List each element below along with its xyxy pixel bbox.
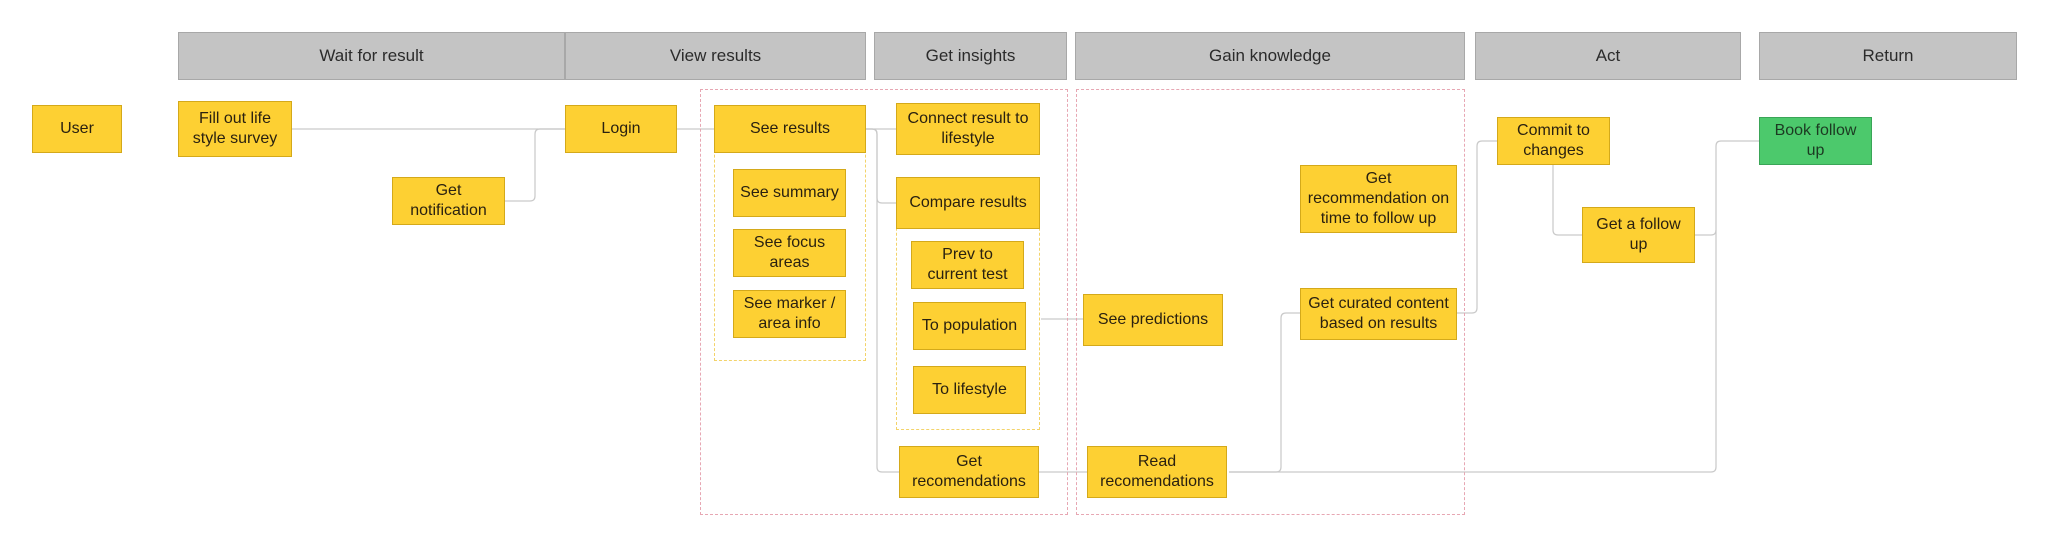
node-get-recommendation-time[interactable]: Get recommendation on time to follow up: [1300, 165, 1457, 233]
journey-map: Wait for result View results Get insight…: [0, 0, 2048, 547]
node-see-predictions[interactable]: See predictions: [1083, 294, 1223, 346]
node-see-summary[interactable]: See summary: [733, 169, 846, 217]
phase-header-get-insights: Get insights: [874, 32, 1067, 80]
node-get-follow-up[interactable]: Get a follow up: [1582, 207, 1695, 263]
node-to-population[interactable]: To population: [913, 302, 1026, 350]
node-user[interactable]: User: [32, 105, 122, 153]
node-connect-result[interactable]: Connect result to lifestyle: [896, 103, 1040, 155]
phase-header-view-results: View results: [565, 32, 866, 80]
node-prev-to-current[interactable]: Prev to current test: [911, 241, 1024, 289]
link-notification-login: [505, 128, 565, 202]
node-see-marker-info[interactable]: See marker / area info: [733, 290, 846, 338]
node-commit-changes[interactable]: Commit to changes: [1497, 117, 1610, 165]
link-commit-followup: [1552, 164, 1582, 236]
node-get-recommendations[interactable]: Get recomendations: [899, 446, 1039, 498]
node-book-follow-up[interactable]: Book follow up: [1759, 117, 1872, 165]
phase-header-act: Act: [1475, 32, 1741, 80]
node-compare-results[interactable]: Compare results: [896, 177, 1040, 229]
phase-header-wait-for-result: Wait for result: [178, 32, 565, 80]
node-fill-survey[interactable]: Fill out life style survey: [178, 101, 292, 157]
node-read-recommendations[interactable]: Read recomendations: [1087, 446, 1227, 498]
node-get-curated-content[interactable]: Get curated content based on results: [1300, 288, 1457, 340]
node-login[interactable]: Login: [565, 105, 677, 153]
node-see-results[interactable]: See results: [714, 105, 866, 153]
phase-header-gain-knowledge: Gain knowledge: [1075, 32, 1465, 80]
node-see-focus-areas[interactable]: See focus areas: [733, 229, 846, 277]
phase-header-return: Return: [1759, 32, 2017, 80]
node-get-notification[interactable]: Get notification: [392, 177, 505, 225]
node-to-lifestyle[interactable]: To lifestyle: [913, 366, 1026, 414]
